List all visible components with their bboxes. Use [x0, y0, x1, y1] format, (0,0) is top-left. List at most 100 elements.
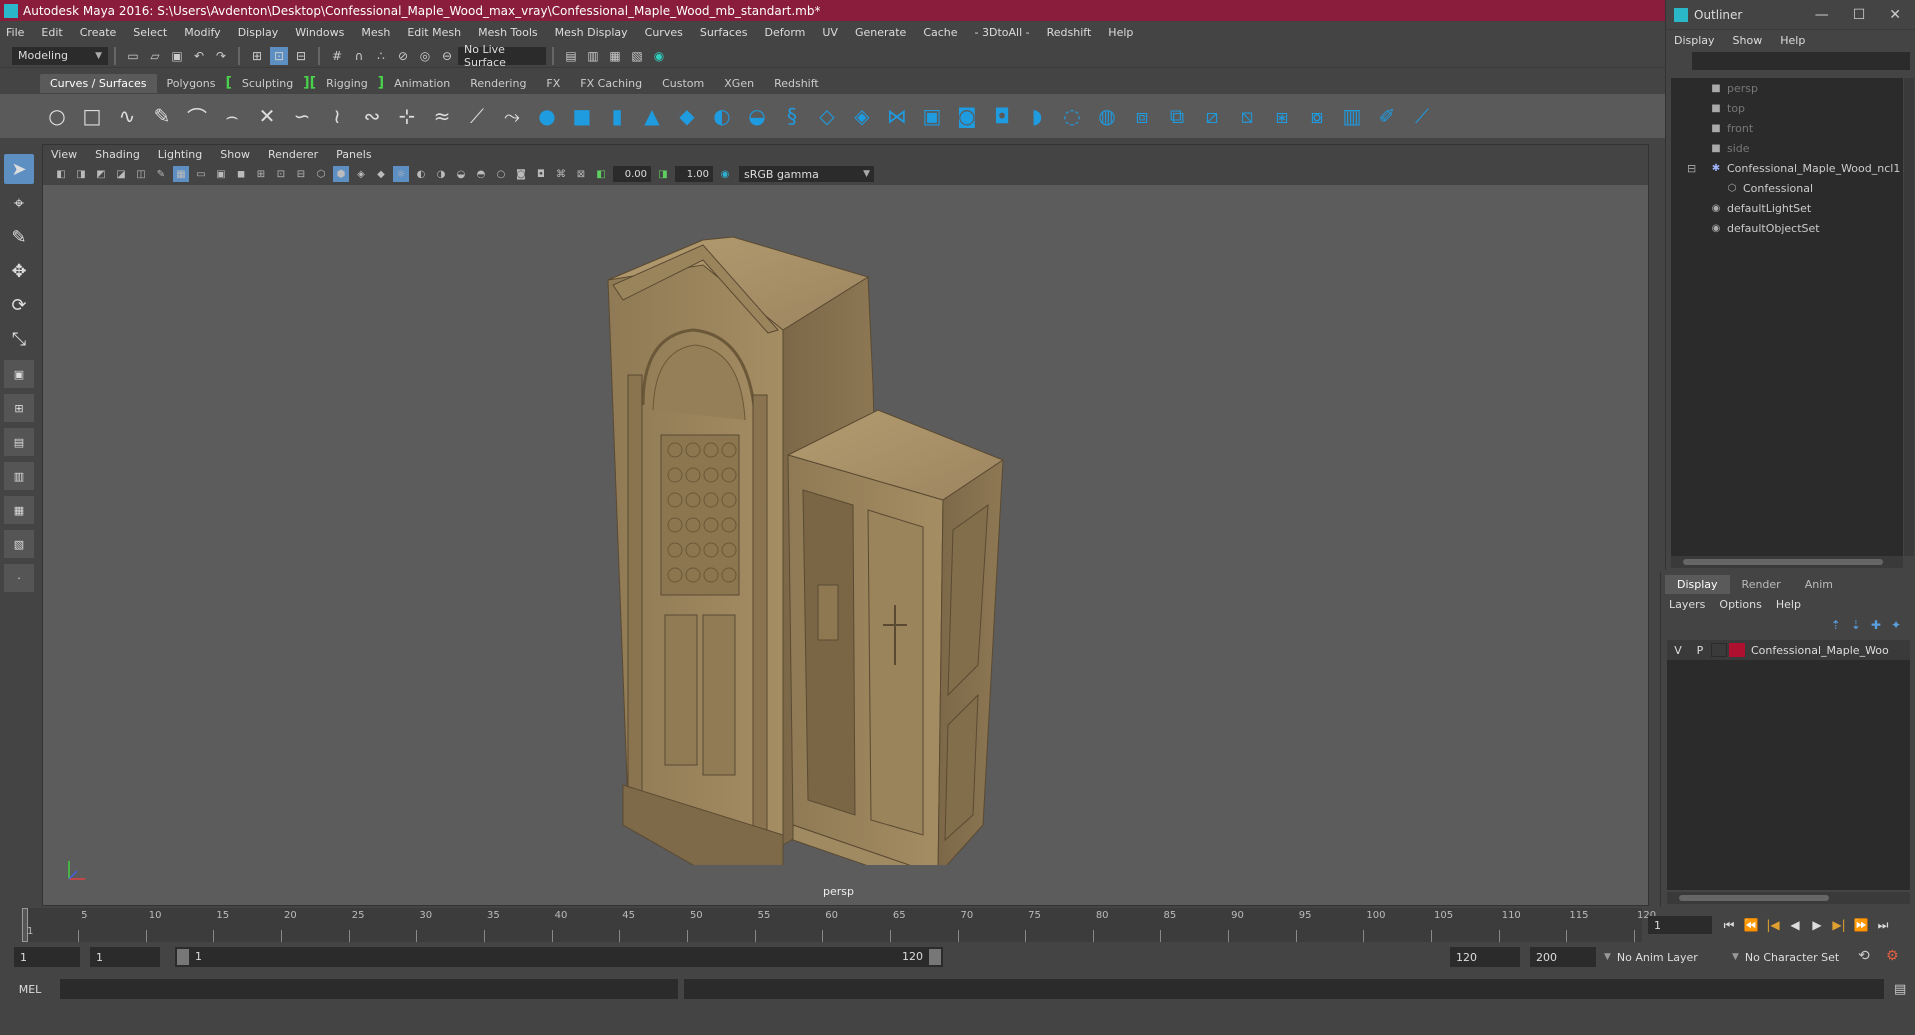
main-menu-item[interactable]: Mesh Display: [555, 26, 628, 39]
textured-icon[interactable]: ◆: [373, 166, 389, 182]
render-current-icon[interactable]: ▥: [584, 47, 602, 65]
curve-attach-icon[interactable]: ∽: [289, 103, 315, 129]
resolution-gate-icon[interactable]: ▣: [213, 166, 229, 182]
main-menu-item[interactable]: UV: [822, 26, 838, 39]
animation-start-field[interactable]: 1: [14, 947, 80, 967]
persp-outliner-icon[interactable]: ▤: [4, 428, 34, 456]
2d-pan-zoom-icon[interactable]: ◫: [133, 166, 149, 182]
shadows-icon[interactable]: ◐: [413, 166, 429, 182]
layer-row[interactable]: V P Confessional_Maple_Woo: [1667, 640, 1910, 660]
snap-view-icon[interactable]: ⊘: [394, 47, 412, 65]
maximize-icon[interactable]: ☐: [1853, 7, 1866, 23]
confessional-model[interactable]: [583, 225, 1143, 865]
snap-curve-icon[interactable]: ∩: [350, 47, 368, 65]
nurbs-plane-icon[interactable]: ◆: [674, 103, 700, 129]
layout-editor-icon[interactable]: ▧: [4, 530, 34, 558]
nurbs-cone-icon[interactable]: ▲: [639, 103, 665, 129]
layer-editor-menu-item[interactable]: Layers: [1669, 598, 1705, 611]
layout-hypershade-icon[interactable]: ▦: [4, 496, 34, 524]
rotate-tool-icon[interactable]: ⟳: [4, 290, 34, 320]
lasso-tool-icon[interactable]: ⌖: [4, 188, 34, 218]
loft-icon[interactable]: §: [779, 103, 805, 129]
playback-start-field[interactable]: 1: [90, 947, 160, 967]
minimize-icon[interactable]: —: [1815, 7, 1829, 23]
main-menu-item[interactable]: Mesh Tools: [478, 26, 538, 39]
curve-project-icon[interactable]: ⟋: [464, 103, 490, 129]
main-menu-item[interactable]: Curves: [645, 26, 683, 39]
command-input[interactable]: [60, 979, 678, 999]
outliner-item[interactable]: ■ persp: [1671, 78, 1903, 98]
shelf-tab[interactable]: Redshift: [764, 74, 829, 93]
outliner-horizontal-scrollbar[interactable]: [1671, 556, 1903, 568]
motion-blur-icon[interactable]: ◒: [453, 166, 469, 182]
isolate-select-icon[interactable]: ◙: [513, 166, 529, 182]
birail-icon[interactable]: ⋈: [884, 103, 910, 129]
multisample-aa-icon[interactable]: ◓: [473, 166, 489, 182]
new-layer-selected-icon[interactable]: ✦: [1891, 618, 1901, 632]
exposure-field[interactable]: 0.00: [613, 166, 651, 182]
current-frame-marker[interactable]: [22, 908, 28, 942]
main-menu-item[interactable]: Edit: [41, 26, 62, 39]
outliner-item[interactable]: ⬡ Confessional: [1671, 178, 1903, 198]
outliner-item[interactable]: ◉ defaultObjectSet: [1671, 218, 1903, 238]
render-settings-icon[interactable]: ▧: [628, 47, 646, 65]
nurbs-circle-icon[interactable]: ○: [44, 103, 70, 129]
live-surface-field[interactable]: No Live Surface: [458, 43, 546, 69]
viewport-menu-item[interactable]: Show: [220, 148, 250, 161]
step-back-frame-icon[interactable]: |◀: [1762, 916, 1784, 934]
range-start-handle[interactable]: [177, 949, 189, 965]
nurbs-cylinder-icon[interactable]: ▮: [604, 103, 630, 129]
outliner-item[interactable]: ■ side: [1671, 138, 1903, 158]
screen-space-ao-icon[interactable]: ◑: [433, 166, 449, 182]
render-view-icon[interactable]: ▤: [562, 47, 580, 65]
depth-of-field-icon[interactable]: ○: [493, 166, 509, 182]
shelf-tab[interactable]: FX: [536, 74, 570, 93]
viewport-menu-item[interactable]: Renderer: [268, 148, 318, 161]
outliner-menu-item[interactable]: Display: [1674, 34, 1715, 47]
viewport-menu-item[interactable]: Shading: [95, 148, 140, 161]
main-menu-item[interactable]: Cache: [923, 26, 957, 39]
main-menu-item[interactable]: File: [6, 26, 24, 39]
bezier-icon[interactable]: ✕: [254, 103, 280, 129]
grease-pencil-icon[interactable]: ✎: [153, 166, 169, 182]
move-layer-down-icon[interactable]: ⇣: [1851, 618, 1861, 632]
viewport-menu-item[interactable]: Panels: [336, 148, 371, 161]
anim-prefs-icon[interactable]: ⚙: [1886, 948, 1899, 964]
bevel-icon[interactable]: ◘: [989, 103, 1015, 129]
nurbs-torus-icon[interactable]: ◐: [709, 103, 735, 129]
camera-select-icon[interactable]: ◧: [53, 166, 69, 182]
move-layer-up-icon[interactable]: ⇡: [1831, 618, 1841, 632]
mode-dropdown[interactable]: Modeling ▼: [12, 46, 108, 65]
more-layouts-icon[interactable]: ·: [4, 564, 34, 592]
curve-offset-icon[interactable]: ≈: [429, 103, 455, 129]
gamma-icon[interactable]: ◨: [655, 166, 671, 182]
trim-icon[interactable]: ◗: [1024, 103, 1050, 129]
layer-playback-toggle[interactable]: P: [1689, 644, 1711, 657]
persp-graph-icon[interactable]: ▥: [4, 462, 34, 490]
pencil-curve-icon[interactable]: ✎: [149, 103, 175, 129]
main-menu-item[interactable]: Windows: [295, 26, 344, 39]
nurbs-sphere-icon[interactable]: ●: [534, 103, 560, 129]
shelf-tab[interactable]: Rendering: [460, 74, 536, 93]
square-surface-icon[interactable]: ◙: [954, 103, 980, 129]
smooth-shade-icon[interactable]: ⬢: [333, 166, 349, 182]
outliner-tree[interactable]: ■ persp ■ top ■ front ■ side ⊟ ✱ Confessional_Mapl…: [1671, 78, 1903, 556]
insert-isoparm-icon[interactable]: ⧆: [1269, 103, 1295, 129]
bookmark-icon[interactable]: ◩: [93, 166, 109, 182]
scale-tool-icon[interactable]: ⤡: [4, 324, 34, 354]
play-forward-icon[interactable]: ▶: [1806, 916, 1828, 934]
gamma-field[interactable]: 1.00: [675, 166, 713, 182]
shelf-tab[interactable]: Polygons: [157, 74, 226, 93]
extend-surface-icon[interactable]: ⧇: [1304, 103, 1330, 129]
outliner-item[interactable]: ◉ defaultLightSet: [1671, 198, 1903, 218]
range-end-handle[interactable]: [929, 949, 941, 965]
film-gate-icon[interactable]: ▭: [193, 166, 209, 182]
outliner-menu-item[interactable]: Show: [1733, 34, 1763, 47]
play-backward-icon[interactable]: ◀: [1784, 916, 1806, 934]
image-plane-icon[interactable]: ◪: [113, 166, 129, 182]
shelf-tab[interactable]: XGen: [714, 74, 764, 93]
time-slider-track[interactable]: 1 5 10 15 20 25 30 35 40 45 50 55 60 65 70 75 80 85 90 95 10…: [22, 908, 1656, 942]
gate-mask-icon[interactable]: ◼: [233, 166, 249, 182]
wireframe-icon[interactable]: ⬡: [313, 166, 329, 182]
surface-editing-icon[interactable]: ⟋: [1409, 103, 1435, 129]
